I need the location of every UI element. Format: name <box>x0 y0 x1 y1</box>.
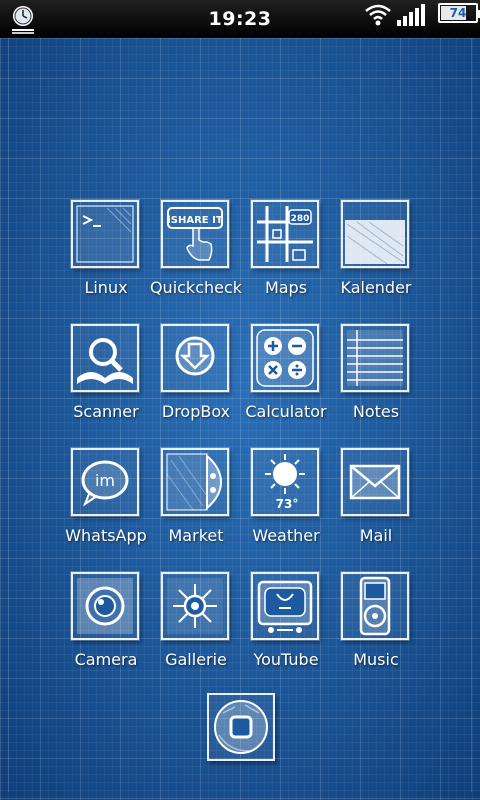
home-button-icon[interactable] <box>207 693 275 761</box>
status-bar[interactable]: 19:23 74 <box>0 0 480 38</box>
weather-temp-text: 73° <box>276 497 299 511</box>
calculator-icon <box>251 324 319 392</box>
whatsapp-text: im <box>95 471 115 490</box>
scanner-icon <box>71 324 139 392</box>
app-label: Kalender <box>340 278 412 297</box>
app-label: Music <box>353 650 399 669</box>
dropbox-icon <box>161 324 229 392</box>
maps-sign-text: 280 <box>291 214 310 224</box>
youtube-icon <box>251 572 319 640</box>
music-icon <box>341 572 409 640</box>
mail-icon <box>341 448 409 516</box>
market-icon <box>161 448 229 516</box>
whatsapp-icon: im <box>71 448 139 516</box>
app-notes[interactable]: Notes <box>326 324 426 436</box>
app-kalender[interactable]: Kalender <box>326 200 426 312</box>
notes-icon <box>341 324 409 392</box>
ishareit-icon: iSHARE IT <box>161 200 229 268</box>
camera-icon <box>71 572 139 640</box>
calendar-icon <box>341 200 409 268</box>
wifi-icon <box>364 2 392 26</box>
signal-icon <box>396 4 426 26</box>
battery-icon: 74 <box>438 3 480 23</box>
app-mail[interactable]: Mail <box>326 448 426 560</box>
ishareit-text: iSHARE IT <box>167 215 222 226</box>
terminal-icon <box>71 200 139 268</box>
home-screen[interactable]: Linux iSHARE IT Quickcheck 280 Maps Kale… <box>0 38 480 800</box>
maps-icon: 280 <box>251 200 319 268</box>
app-label: Mail <box>359 526 393 545</box>
app-music[interactable]: Music <box>326 572 426 684</box>
battery-level: 74 <box>449 6 467 20</box>
weather-icon: 73° <box>251 448 319 516</box>
gallery-icon <box>161 572 229 640</box>
app-label: Notes <box>352 402 400 421</box>
